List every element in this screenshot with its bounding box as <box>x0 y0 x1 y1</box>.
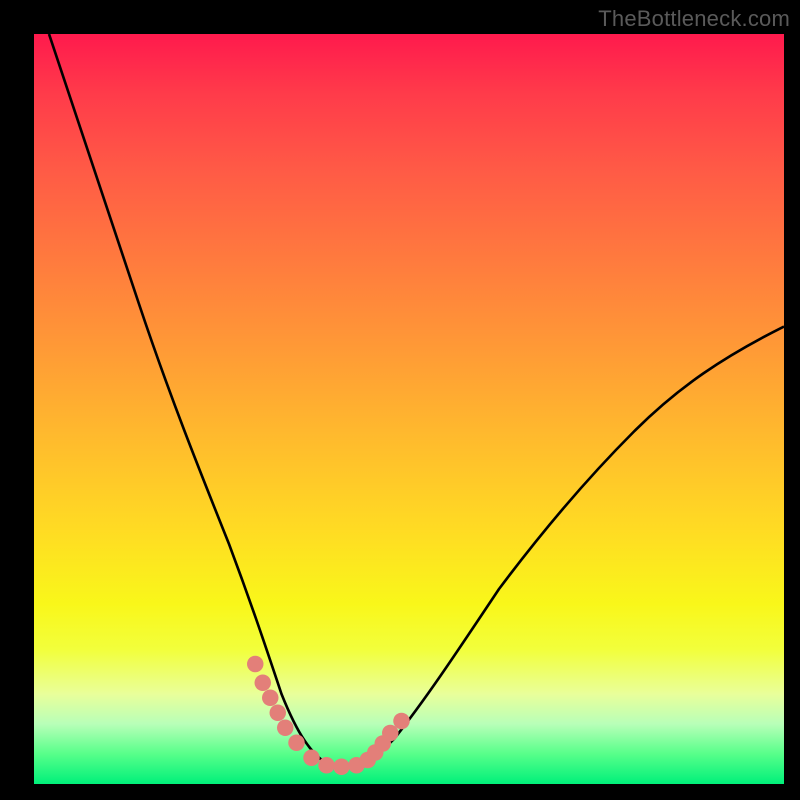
outer-frame: TheBottleneck.com <box>0 0 800 800</box>
marker-dot <box>277 720 294 737</box>
watermark-text: TheBottleneck.com <box>598 6 790 32</box>
marker-dot <box>255 675 272 692</box>
marker-dot <box>270 705 287 722</box>
marker-dot <box>333 759 350 775</box>
marker-dot <box>303 750 320 767</box>
marker-dot <box>393 713 410 730</box>
marker-dot <box>288 735 305 752</box>
bottleneck-curve <box>49 34 784 768</box>
chart-svg <box>34 34 784 784</box>
marker-dot <box>247 656 264 673</box>
marker-dot <box>262 690 279 707</box>
marker-group <box>247 656 410 775</box>
plot-area <box>34 34 784 784</box>
marker-dot <box>318 757 335 774</box>
marker-dot <box>382 725 399 741</box>
